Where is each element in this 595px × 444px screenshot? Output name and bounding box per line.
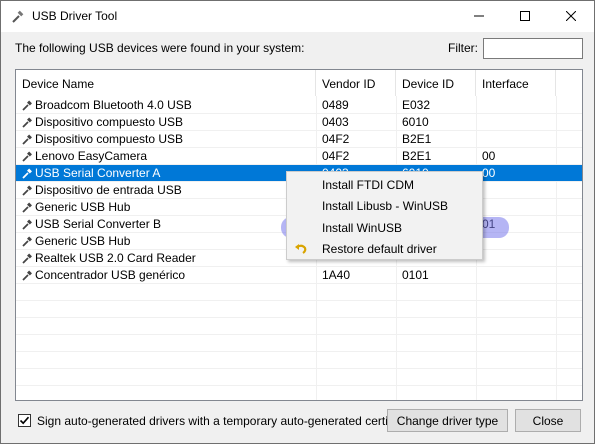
menu-item-label: Install Libusb - WinUSB: [322, 199, 449, 213]
column-header-interface[interactable]: Interface: [476, 70, 556, 96]
table-cell-name: Lenovo EasyCamera: [35, 149, 148, 163]
table-cell-device: E032: [402, 98, 431, 112]
usb-plug-icon: [22, 270, 32, 281]
usb-plug-icon: [22, 185, 32, 196]
menu-item-restore-default-driver[interactable]: Restore default driver: [287, 238, 482, 260]
menu-item-install-libusb-winusb[interactable]: Install Libusb - WinUSB: [287, 195, 482, 217]
menu-item-install-winusb[interactable]: Install WinUSB: [287, 217, 482, 239]
sign-drivers-checkbox[interactable]: [18, 414, 31, 427]
change-driver-type-button[interactable]: Change driver type: [387, 409, 508, 432]
minimize-icon: [474, 10, 484, 24]
table-cell-name: USB Serial Converter A: [35, 166, 161, 180]
table-cell-vendor: 1A40: [322, 268, 351, 282]
grid-line: [16, 317, 582, 318]
table-cell-name: Realtek USB 2.0 Card Reader: [35, 251, 196, 265]
undo-arrow-icon: [293, 241, 309, 257]
table-cell-name: Dispositivo compuesto USB: [35, 115, 184, 129]
usb-plug-icon: [22, 134, 32, 145]
grid-line: [16, 300, 582, 301]
usb-plug-icon: [22, 151, 32, 162]
table-cell-name: Dispositivo de entrada USB: [35, 183, 182, 197]
usb-plug-icon: [10, 9, 26, 25]
table-cell-interface: 00: [482, 149, 496, 163]
grid-line: [16, 266, 582, 267]
table-row[interactable]: Lenovo EasyCamera 04F2 B2E1 00: [16, 148, 582, 165]
usb-plug-icon: [22, 236, 32, 247]
filter-label: Filter:: [448, 41, 478, 55]
usb-plug-icon: [22, 168, 32, 179]
grid-line: [16, 147, 582, 148]
table-cell-device: B2E1: [402, 149, 432, 163]
table-cell-device: 0101: [402, 268, 429, 282]
table-cell-vendor: 0403: [322, 115, 349, 129]
menu-item-label: Install WinUSB: [322, 221, 403, 235]
checkmark-icon: [19, 416, 30, 425]
grid-line: [16, 334, 582, 335]
table-cell-vendor: 0489: [322, 98, 349, 112]
usb-plug-icon: [22, 202, 32, 213]
grid-line: [16, 283, 582, 284]
close-button[interactable]: Close: [515, 409, 581, 432]
sign-drivers-label[interactable]: Sign auto-generated drivers with a tempo…: [37, 414, 417, 428]
grid-line: [16, 385, 582, 386]
table-cell-vendor: 04F2: [322, 132, 350, 146]
close-icon: [565, 10, 577, 24]
table-row[interactable]: Dispositivo compuesto USB 04F2 B2E1: [16, 131, 582, 148]
menu-item-label: Restore default driver: [322, 242, 437, 256]
grid-line: [16, 368, 582, 369]
usb-plug-icon: [22, 219, 32, 230]
grid-line: [16, 113, 582, 114]
table-cell-name: Broadcom Bluetooth 4.0 USB: [35, 98, 192, 112]
usb-plug-icon: [22, 100, 32, 111]
grid-line: [16, 130, 582, 131]
list-header: Device Name Vendor ID Device ID Interfac…: [16, 70, 582, 96]
devices-found-label: The following USB devices were found in …: [15, 41, 305, 55]
menu-item-install-ftdi-cdm[interactable]: Install FTDI CDM: [287, 174, 482, 196]
table-row[interactable]: Dispositivo compuesto USB 0403 6010: [16, 114, 582, 131]
grid-line: [16, 164, 582, 165]
column-header-vendor-id[interactable]: Vendor ID: [316, 70, 396, 96]
table-cell-vendor: 04F2: [322, 149, 350, 163]
table-cell-name: Concentrador USB genérico: [35, 268, 186, 282]
usb-plug-icon: [22, 253, 32, 264]
table-cell-interface: 00: [482, 166, 496, 180]
context-menu: Install FTDI CDM Install Libusb - WinUSB…: [286, 171, 483, 260]
maximize-button[interactable]: [502, 1, 548, 32]
column-header-device-name[interactable]: Device Name: [16, 70, 316, 96]
filter-input[interactable]: [483, 38, 583, 59]
column-header-device-id[interactable]: Device ID: [396, 70, 476, 96]
table-cell-name: Dispositivo compuesto USB: [35, 132, 184, 146]
menu-item-label: Install FTDI CDM: [322, 178, 415, 192]
title-bar[interactable]: USB Driver Tool: [1, 1, 594, 32]
table-cell-name: USB Serial Converter B: [35, 217, 162, 231]
usb-plug-icon: [22, 117, 32, 128]
table-row[interactable]: Concentrador USB genérico 1A40 0101: [16, 267, 582, 284]
table-row[interactable]: Broadcom Bluetooth 4.0 USB 0489 E032: [16, 97, 582, 114]
window-title: USB Driver Tool: [32, 9, 118, 23]
grid-line: [16, 351, 582, 352]
maximize-icon: [520, 10, 530, 24]
table-cell-name: Generic USB Hub: [35, 234, 131, 248]
table-cell-device: 6010: [402, 115, 429, 129]
table-cell-device: B2E1: [402, 132, 432, 146]
minimize-button[interactable]: [456, 1, 502, 32]
table-cell-name: Generic USB Hub: [35, 200, 131, 214]
close-window-button[interactable]: [548, 1, 594, 32]
